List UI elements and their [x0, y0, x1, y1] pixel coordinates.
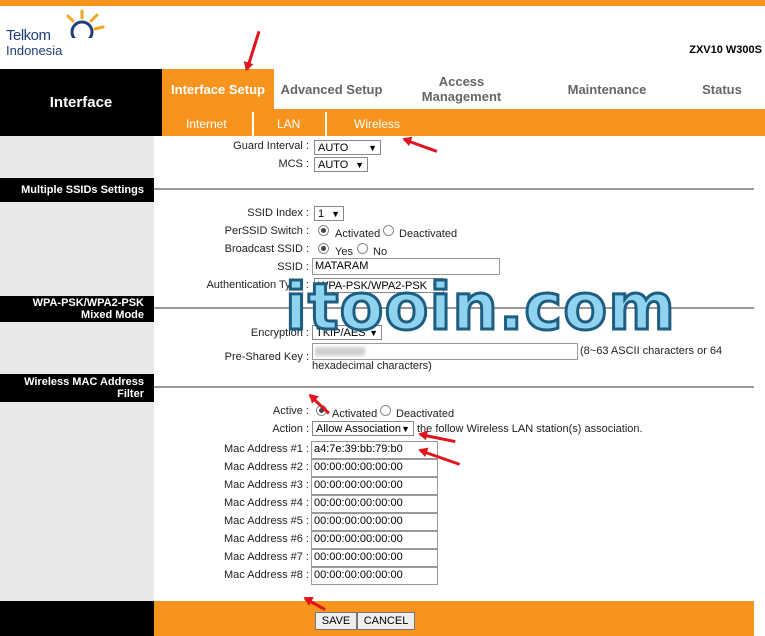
- mac-action-hint: the follow Wireless LAN station(s) assoc…: [417, 423, 643, 435]
- cancel-button[interactable]: CANCEL: [357, 612, 415, 630]
- psk-input[interactable]: [312, 343, 578, 360]
- dropdown-arrow-icon: ▼: [401, 424, 410, 434]
- mac-address-label: Mac Address #7 :: [224, 551, 309, 563]
- subtab-internet[interactable]: Internet: [186, 109, 227, 136]
- tab-access-management[interactable]: Access Management: [404, 69, 519, 109]
- mac-active-label: Active :: [272, 405, 309, 417]
- footer-bar: SAVE CANCEL: [154, 601, 754, 636]
- nav-section-title: Interface: [0, 69, 162, 136]
- sub-tabs: Internet LAN Wireless: [162, 109, 765, 136]
- tab-advanced-setup[interactable]: Advanced Setup: [274, 69, 389, 109]
- section-wpa-mixed-mode: WPA-PSK/WPA2-PSK Mixed Mode: [0, 296, 154, 322]
- subtab-lan[interactable]: LAN: [277, 109, 300, 136]
- mcs-label: MCS :: [278, 158, 309, 170]
- mac-activated-label: Activated: [332, 408, 378, 420]
- dropdown-arrow-icon: ▼: [368, 143, 377, 153]
- ssid-index-select[interactable]: 1 ▼: [314, 206, 344, 221]
- guard-interval-label: Guard Interval :: [233, 140, 309, 152]
- broadcast-no-radio[interactable]: [357, 243, 368, 254]
- mac-address-input[interactable]: 00:00:00:00:00:00: [311, 567, 438, 585]
- section-mac-filter: Wireless MAC Address Filter: [0, 374, 154, 402]
- mac-address-label: Mac Address #1 :: [224, 443, 309, 455]
- tab-interface-setup[interactable]: Interface Setup: [162, 69, 274, 109]
- section-multiple-ssids: Multiple SSIDs Settings: [0, 178, 154, 202]
- mac-address-input[interactable]: 00:00:00:00:00:00: [311, 477, 438, 495]
- perssid-switch-label: PerSSID Switch :: [224, 225, 309, 237]
- psk-hint-cont: hexadecimal characters): [312, 360, 432, 372]
- mac-action-select[interactable]: Allow Association ▼: [312, 421, 414, 436]
- section-divider: [154, 188, 754, 190]
- mac-address-input[interactable]: 00:00:00:00:00:00: [311, 549, 438, 567]
- section-divider: [154, 386, 754, 388]
- top-accent-bar: [0, 0, 765, 6]
- broadcast-ssid-label: Broadcast SSID :: [224, 243, 309, 255]
- psk-hint: (8~63 ASCII characters or 64: [580, 345, 723, 357]
- perssid-deactivated-label: Deactivated: [399, 228, 458, 240]
- mac-address-input[interactable]: 00:00:00:00:00:00: [311, 513, 438, 531]
- footer-left: [0, 601, 154, 636]
- perssid-activated-label: Activated: [335, 228, 381, 240]
- mac-address-label: Mac Address #3 :: [224, 479, 309, 491]
- mac-address-input[interactable]: 00:00:00:00:00:00: [311, 459, 438, 477]
- psk-blurred: [315, 347, 365, 356]
- annotation-arrow-icon: [245, 31, 261, 70]
- psk-label: Pre-Shared Key :: [224, 351, 309, 363]
- tab-maintenance[interactable]: Maintenance: [552, 69, 662, 109]
- nav-title-text: Interface: [49, 94, 113, 111]
- dropdown-arrow-icon: ▼: [331, 209, 340, 219]
- mac-address-label: Mac Address #4 :: [224, 497, 309, 509]
- dropdown-arrow-icon: ▼: [355, 160, 364, 170]
- mac-address-label: Mac Address #6 :: [224, 533, 309, 545]
- logo-text-indonesia: Indonesia: [6, 43, 63, 58]
- perssid-activated-radio[interactable]: [318, 225, 329, 236]
- mac-address-label: Mac Address #5 :: [224, 515, 309, 527]
- perssid-deactivated-radio[interactable]: [383, 225, 394, 236]
- device-model: ZXV10 W300S: [689, 44, 762, 56]
- broadcast-no-label: No: [373, 246, 388, 258]
- broadcast-yes-radio[interactable]: [318, 243, 329, 254]
- mac-address-label: Mac Address #8 :: [224, 569, 309, 581]
- mcs-select[interactable]: AUTO ▼: [314, 157, 368, 172]
- subtab-wireless[interactable]: Wireless: [354, 109, 400, 136]
- subtab-divider: [252, 112, 254, 136]
- ssid-index-label: SSID Index :: [247, 207, 309, 219]
- main-tabs: Interface Setup Advanced Setup Access Ma…: [162, 69, 765, 109]
- subtab-divider: [325, 112, 327, 136]
- mac-deactivated-radio[interactable]: [380, 405, 391, 416]
- broadcast-yes-label: Yes: [335, 246, 353, 258]
- left-sidebar: [0, 136, 154, 601]
- mac-deactivated-label: Deactivated: [396, 408, 455, 420]
- sun-icon: [66, 9, 105, 38]
- annotation-arrow-icon: [403, 138, 438, 153]
- mac-action-label: Action :: [272, 423, 309, 435]
- watermark: itooin.com: [284, 271, 677, 345]
- logo-text-telkom: Telkom: [6, 27, 51, 44]
- save-button[interactable]: SAVE: [315, 612, 357, 630]
- mac-address-label: Mac Address #2 :: [224, 461, 309, 473]
- guard-interval-select[interactable]: AUTO ▼: [314, 140, 381, 155]
- tab-status[interactable]: Status: [687, 69, 757, 109]
- mac-address-input[interactable]: 00:00:00:00:00:00: [311, 531, 438, 549]
- mac-address-input[interactable]: 00:00:00:00:00:00: [311, 495, 438, 513]
